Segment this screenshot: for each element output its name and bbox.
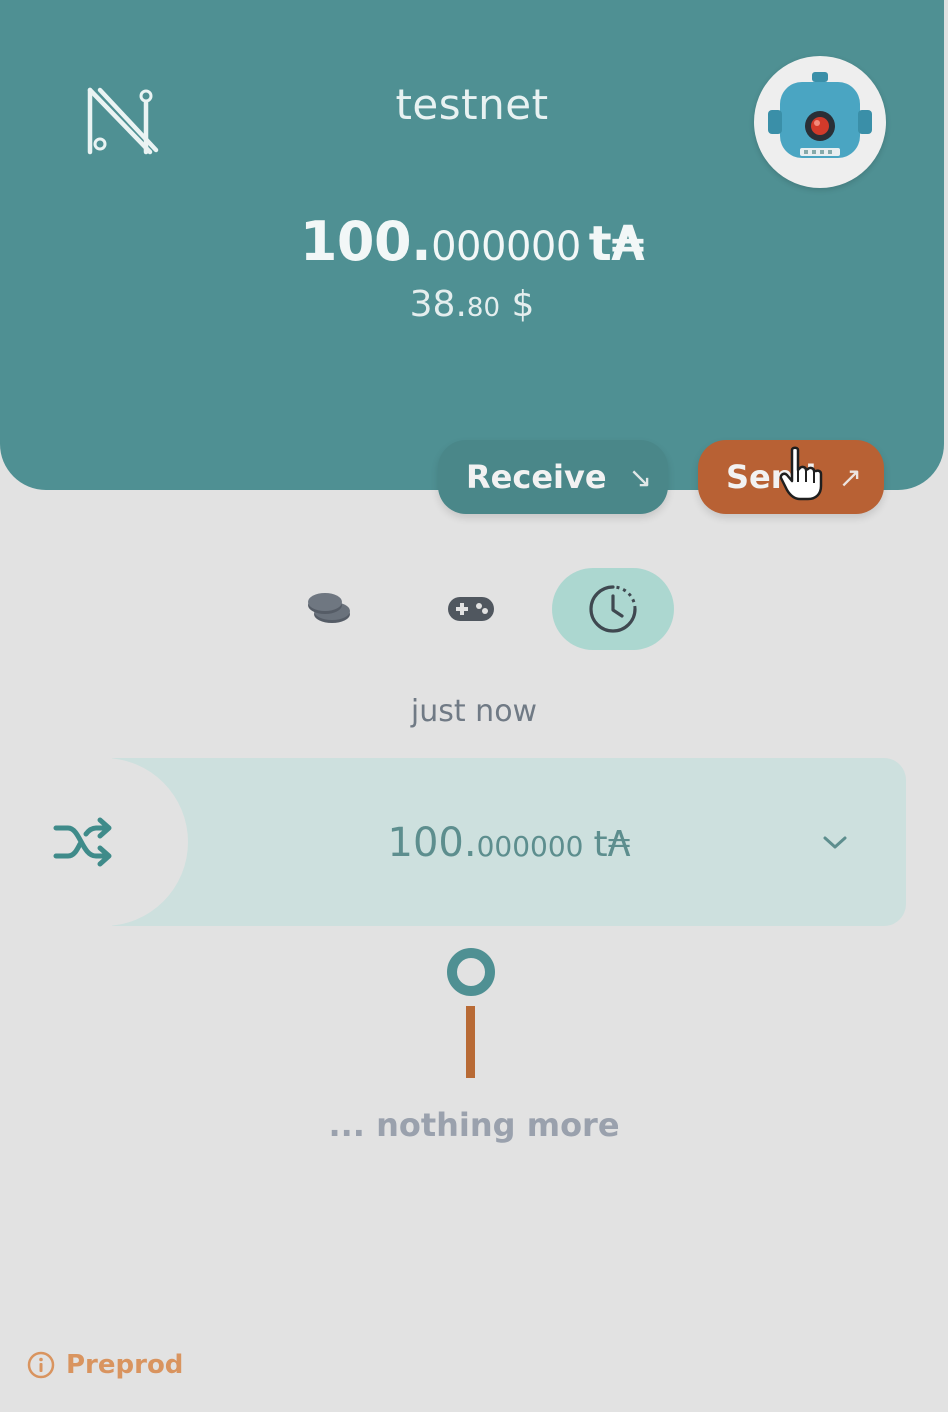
chevron-down-icon[interactable] bbox=[820, 830, 850, 854]
header-card: testnet 100.000000 t₳ 38.80 $ bbox=[0, 0, 944, 490]
fiat-balance: 38.80 $ bbox=[0, 284, 944, 325]
balance-unit: t₳ bbox=[588, 216, 645, 272]
balance-integer: 100. bbox=[299, 210, 432, 273]
transaction-amount: 100.000000 t₳ bbox=[112, 820, 906, 866]
network-badge: Preprod bbox=[26, 1350, 183, 1380]
tab-collectibles[interactable] bbox=[410, 568, 532, 650]
clock-icon bbox=[589, 585, 637, 633]
fiat-unit: $ bbox=[511, 284, 535, 325]
network-label: Preprod bbox=[66, 1350, 184, 1380]
fiat-integer: 38. bbox=[409, 284, 467, 325]
receive-button[interactable]: Receive ↘ bbox=[438, 440, 668, 514]
fiat-decimals: 80 bbox=[466, 293, 500, 323]
avatar[interactable] bbox=[754, 56, 886, 188]
tab-activity[interactable] bbox=[552, 568, 674, 650]
transaction-amount-decimals: 000000 bbox=[476, 830, 584, 863]
receive-label: Receive bbox=[466, 458, 607, 496]
arrow-down-right-icon: ↘ bbox=[628, 460, 653, 494]
gamepad-icon bbox=[448, 597, 494, 621]
wallet-app: testnet 100.000000 t₳ 38.80 $ Receive ↘ … bbox=[0, 0, 948, 1412]
arrow-up-right-icon: ↗ bbox=[838, 460, 862, 494]
timeline-dot bbox=[447, 948, 495, 996]
robot-avatar-icon bbox=[768, 72, 872, 158]
timeline-line bbox=[466, 1006, 475, 1078]
shuffle-icon bbox=[53, 817, 112, 867]
balance-amount: 100.000000 t₳ bbox=[0, 210, 944, 273]
balance-decimals: 000000 bbox=[431, 224, 581, 270]
transaction-amount-integer: 100. bbox=[387, 820, 477, 866]
transaction-item[interactable]: 100.000000 t₳ bbox=[20, 758, 906, 926]
end-of-list-text: ... nothing more bbox=[328, 1106, 620, 1144]
tab-assets[interactable] bbox=[268, 568, 390, 650]
info-icon bbox=[27, 1351, 55, 1379]
activity-timestamp: just now bbox=[410, 694, 538, 729]
hand-pointer-icon bbox=[779, 446, 823, 501]
transaction-unit: t₳ bbox=[593, 824, 631, 865]
coins-icon bbox=[308, 593, 350, 623]
